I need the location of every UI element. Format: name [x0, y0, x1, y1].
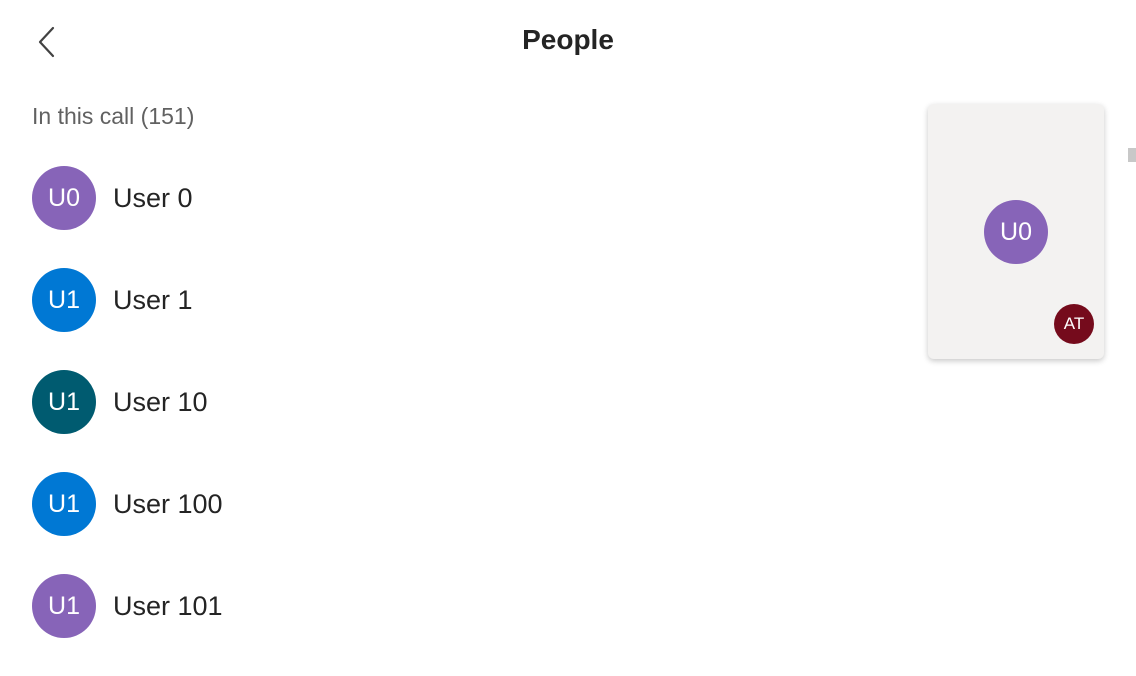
list-item[interactable]: U1 User 101 [32, 574, 892, 638]
list-item[interactable]: U0 User 0 [32, 166, 892, 230]
person-name: User 101 [113, 590, 223, 621]
list-item[interactable]: U1 User 100 [32, 472, 892, 536]
list-item[interactable]: U1 User 10 [32, 370, 892, 434]
avatar: U1 [32, 268, 96, 332]
people-list: U0 User 0 U1 User 1 U1 User 10 U1 User 1… [32, 166, 892, 676]
video-tile[interactable]: U0 AT [928, 104, 1104, 359]
avatar: U1 [32, 574, 96, 638]
participant-avatar: U0 [984, 200, 1048, 264]
person-name: User 1 [113, 284, 193, 315]
avatar: U1 [32, 472, 96, 536]
page-title: People [522, 24, 614, 55]
person-name: User 10 [113, 386, 208, 417]
list-item[interactable]: U1 User 1 [32, 268, 892, 332]
in-call-count-label: In this call (151) [32, 103, 195, 129]
avatar: U1 [32, 370, 96, 434]
avatar: U0 [32, 166, 96, 230]
person-name: User 100 [113, 488, 223, 519]
person-name: User 0 [113, 182, 193, 213]
scrollbar-thumb[interactable] [1128, 148, 1136, 162]
self-avatar: AT [1054, 304, 1094, 344]
header: People [0, 0, 1136, 84]
